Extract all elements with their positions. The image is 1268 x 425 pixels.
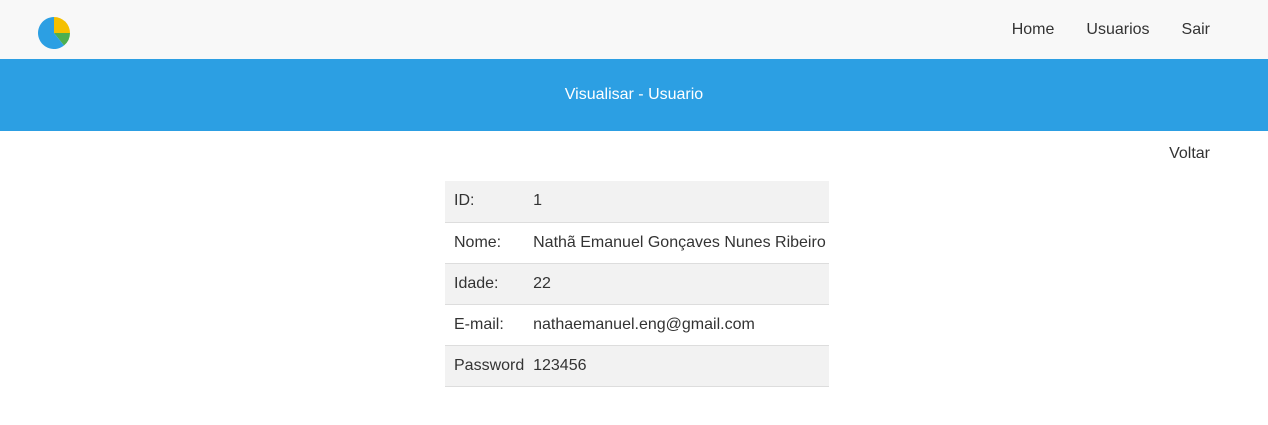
nav-sair-link[interactable]: Sair [1182, 21, 1210, 39]
page-title: Visualisar - Usuario [564, 86, 704, 103]
field-value: Nathã Emanuel Gonçaves Nunes Ribeiro [525, 222, 829, 264]
field-value: 1 [525, 181, 829, 223]
table-row: Password 123456 [445, 345, 829, 387]
nav-home-link[interactable]: Home [1012, 21, 1055, 39]
table-row: Nome: Nathã Emanuel Gonçaves Nunes Ribei… [445, 222, 829, 264]
field-label: E-mail: [445, 304, 526, 346]
field-value: nathaemanuel.eng@gmail.com [525, 304, 829, 346]
field-value: 22 [525, 263, 829, 305]
field-label: Nome: [445, 222, 526, 264]
field-label: ID: [445, 181, 526, 223]
nav-menu: Home Usuarios Sair [980, 0, 1210, 59]
table-row: ID: 1 [445, 181, 829, 223]
field-value: 123456 [525, 345, 829, 387]
user-details-table: ID: 1 Nome: Nathã Emanuel Gonçaves Nunes… [445, 181, 829, 387]
back-link[interactable]: Voltar [1169, 145, 1210, 163]
table-row: Idade: 22 [445, 263, 829, 305]
nav-usuarios-link[interactable]: Usuarios [1086, 21, 1149, 39]
page-banner: Visualisar - Usuario [0, 59, 1268, 131]
field-label: Password [445, 345, 526, 387]
back-row: Voltar [0, 131, 1268, 181]
pie-chart-icon[interactable] [38, 17, 70, 49]
field-label: Idade: [445, 263, 526, 305]
table-row: E-mail: nathaemanuel.eng@gmail.com [445, 304, 829, 346]
navbar: Home Usuarios Sair [0, 0, 1268, 59]
